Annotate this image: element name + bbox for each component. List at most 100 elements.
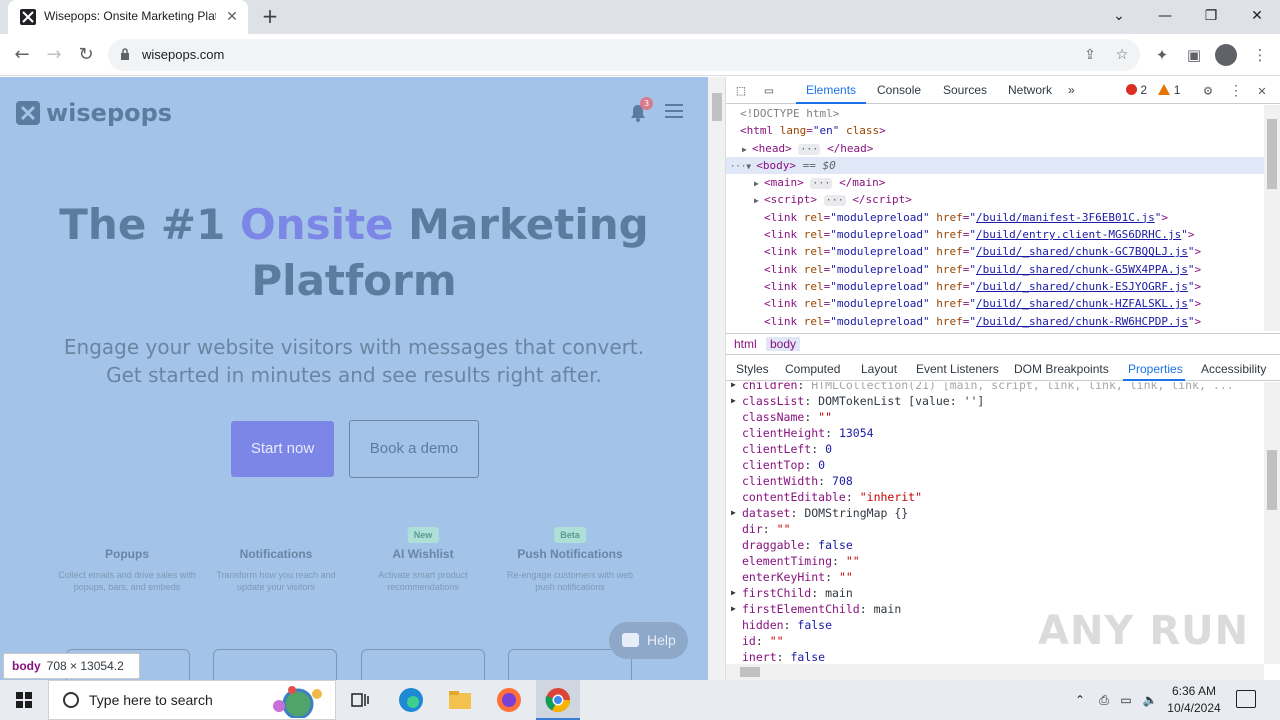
profile-avatar-icon[interactable] (1215, 44, 1237, 66)
task-view-icon[interactable] (346, 686, 374, 714)
dom-tree: <!DOCTYPE html> <html lang="en" class> ▶… (726, 105, 1264, 331)
feature-push-notifications[interactable]: Beta Push Notifications Re-engage custom… (500, 527, 640, 593)
help-chat-button[interactable]: Help (609, 622, 688, 659)
extensions-puzzle-icon[interactable]: ✦ (1152, 45, 1172, 65)
dom-line-link[interactable]: <link rel="modulepreload" href="/build/_… (726, 261, 1264, 278)
tab-event-listeners[interactable]: Event Listeners (916, 362, 999, 376)
maximize-button[interactable]: ❐ (1188, 2, 1234, 30)
tab-search-icon[interactable]: ⌄ (1096, 2, 1142, 30)
issues-counter[interactable]: 2 1 (1126, 83, 1180, 97)
tab-console[interactable]: Console (877, 83, 921, 97)
properties-scrollbar[interactable] (1264, 382, 1280, 664)
webpage-viewport: wisepops 3 The #1 Onsite Marketing Platf… (0, 77, 708, 680)
dom-line-link[interactable]: <link rel="modulepreload" href="/build/m… (726, 209, 1264, 226)
hero-subtitle: Engage your website visitors with messag… (63, 335, 645, 387)
minimize-button[interactable]: — (1142, 2, 1188, 30)
notification-center-icon[interactable] (1236, 690, 1256, 708)
browser-tab-strip: Wisepops: Onsite Marketing Platform ✕ + … (0, 0, 1280, 34)
tab-properties[interactable]: Properties (1128, 362, 1183, 376)
dom-line-link[interactable]: <link rel="modulepreload" href="/build/_… (726, 243, 1264, 260)
property-row[interactable]: draggable: false (726, 537, 1264, 553)
property-row[interactable]: enterKeyHint: "" (726, 569, 1264, 585)
menu-kebab-icon[interactable]: ⋮ (1250, 45, 1270, 65)
feature-ai-wishlist[interactable]: New AI Wishlist Activate smart product r… (353, 527, 493, 593)
close-window-button[interactable]: ✕ (1234, 2, 1280, 30)
hero-title-accent: Onsite (239, 200, 394, 249)
feature-popups[interactable]: Popups Collect emails and drive sales wi… (57, 547, 197, 593)
page-scrollbar[interactable] (708, 77, 726, 680)
devtools-menu-icon[interactable]: ⋮ (1227, 82, 1245, 100)
firefox-icon[interactable] (495, 686, 523, 714)
tab-dom-breakpoints[interactable]: DOM Breakpoints (1014, 362, 1109, 376)
wisepops-logo[interactable]: wisepops (16, 99, 172, 127)
property-row[interactable]: contentEditable: "inherit" (726, 489, 1264, 505)
settings-gear-icon[interactable]: ⚙ (1199, 82, 1217, 100)
breadcrumb-body[interactable]: body (766, 337, 801, 351)
book-demo-button[interactable]: Book a demo (349, 420, 479, 478)
dom-line-script[interactable]: ▶ <script> ··· </script> (726, 191, 1264, 208)
share-icon[interactable]: ⇪ (1082, 47, 1098, 63)
property-row[interactable]: ▶ classList: DOMTokenList [value: ''] (726, 393, 1264, 409)
tab-sources[interactable]: Sources (943, 83, 987, 97)
back-arrow-icon[interactable]: ← (10, 43, 34, 67)
property-row[interactable]: ▶ firstChild: main (726, 585, 1264, 601)
property-row[interactable]: className: "" (726, 409, 1264, 425)
dom-line-html[interactable]: <html lang="en" class> (726, 122, 1264, 139)
start-button[interactable] (0, 680, 48, 720)
tab-computed[interactable]: Computed (785, 362, 840, 376)
browser-tab[interactable]: Wisepops: Onsite Marketing Platform ✕ (8, 0, 248, 34)
tab-network[interactable]: Network (1008, 83, 1052, 97)
show-hidden-icons-chevron-icon[interactable]: ⌃ (1072, 692, 1088, 708)
dom-line-link[interactable]: <link rel="modulepreload" href="/build/_… (726, 295, 1264, 312)
property-row[interactable]: ▶ children: HTMLCollection(21) [main, scr… (726, 382, 1264, 393)
taskbar-clock[interactable]: 6:36 AM 10/4/2024 (1164, 683, 1224, 717)
properties-horizontal-scrollbar[interactable] (726, 664, 1264, 680)
property-row[interactable]: elementTiming: "" (726, 553, 1264, 569)
dom-line-link[interactable]: <link rel="modulepreload" href="/build/_… (726, 278, 1264, 295)
tab-layout[interactable]: Layout (861, 362, 897, 376)
dom-line-main[interactable]: ▶ <main> ··· </main> (726, 174, 1264, 191)
new-badge: New (407, 527, 439, 543)
edge-browser-icon[interactable] (397, 686, 425, 714)
dom-line-head[interactable]: ▶ <head> ··· </head> (726, 140, 1264, 157)
bookmark-star-icon[interactable]: ☆ (1114, 47, 1130, 63)
dom-line-body[interactable]: ···▼ <body> == $0 (726, 156, 1264, 175)
feature-card-ai-wishlist (361, 649, 485, 680)
inspect-element-icon[interactable]: ⬚ (732, 82, 750, 100)
breadcrumb-html[interactable]: html (730, 337, 761, 351)
file-explorer-icon[interactable] (446, 686, 474, 714)
dom-line-doctype[interactable]: <!DOCTYPE html> (726, 105, 1264, 122)
reload-icon[interactable]: ↻ (74, 43, 98, 67)
start-now-button[interactable]: Start now (231, 421, 334, 477)
dom-line-link[interactable]: <link rel="modulepreload" href="/build/_… (726, 313, 1264, 330)
new-tab-button[interactable]: + (258, 5, 282, 29)
dom-tree-scrollbar[interactable] (1264, 105, 1280, 331)
side-panel-icon[interactable]: ▣ (1184, 45, 1204, 65)
device-icon[interactable]: ⎙ (1096, 692, 1112, 708)
property-row[interactable]: clientWidth: 708 (726, 473, 1264, 489)
property-row[interactable]: clientHeight: 13054 (726, 425, 1264, 441)
address-bar[interactable]: wisepops.com ⇪ ☆ (108, 39, 1140, 71)
feature-notifications[interactable]: Notifications Transform how you reach an… (206, 547, 346, 593)
hero-title: The #1 Onsite Marketing Platform (59, 200, 649, 305)
forward-arrow-icon[interactable]: → (42, 43, 66, 67)
chrome-taskbar-active[interactable] (536, 680, 580, 720)
volume-icon[interactable]: 🔈 (1142, 692, 1158, 708)
network-icon[interactable]: ▭ (1118, 692, 1134, 708)
property-row[interactable]: dir: "" (726, 521, 1264, 537)
tab-close-icon[interactable]: ✕ (223, 8, 241, 26)
close-devtools-icon[interactable]: ✕ (1253, 82, 1271, 100)
tab-styles[interactable]: Styles (736, 362, 769, 376)
dom-line-link[interactable]: <link rel="modulepreload" href="/build/e… (726, 226, 1264, 243)
property-row[interactable]: clientTop: 0 (726, 457, 1264, 473)
tab-elements[interactable]: Elements (806, 83, 856, 97)
device-toolbar-icon[interactable]: ▭ (760, 82, 778, 100)
hamburger-menu-icon[interactable] (665, 104, 683, 118)
taskbar-search-box[interactable]: Type here to search (48, 680, 336, 720)
property-row[interactable]: clientLeft: 0 (726, 441, 1264, 457)
tab-accessibility[interactable]: Accessibility (1201, 362, 1266, 376)
more-tabs-icon[interactable]: » (1068, 83, 1075, 97)
property-row[interactable]: ▶ dataset: DOMStringMap {} (726, 505, 1264, 521)
url-text: wisepops.com (142, 47, 225, 62)
feature-card-notifications (213, 649, 337, 680)
